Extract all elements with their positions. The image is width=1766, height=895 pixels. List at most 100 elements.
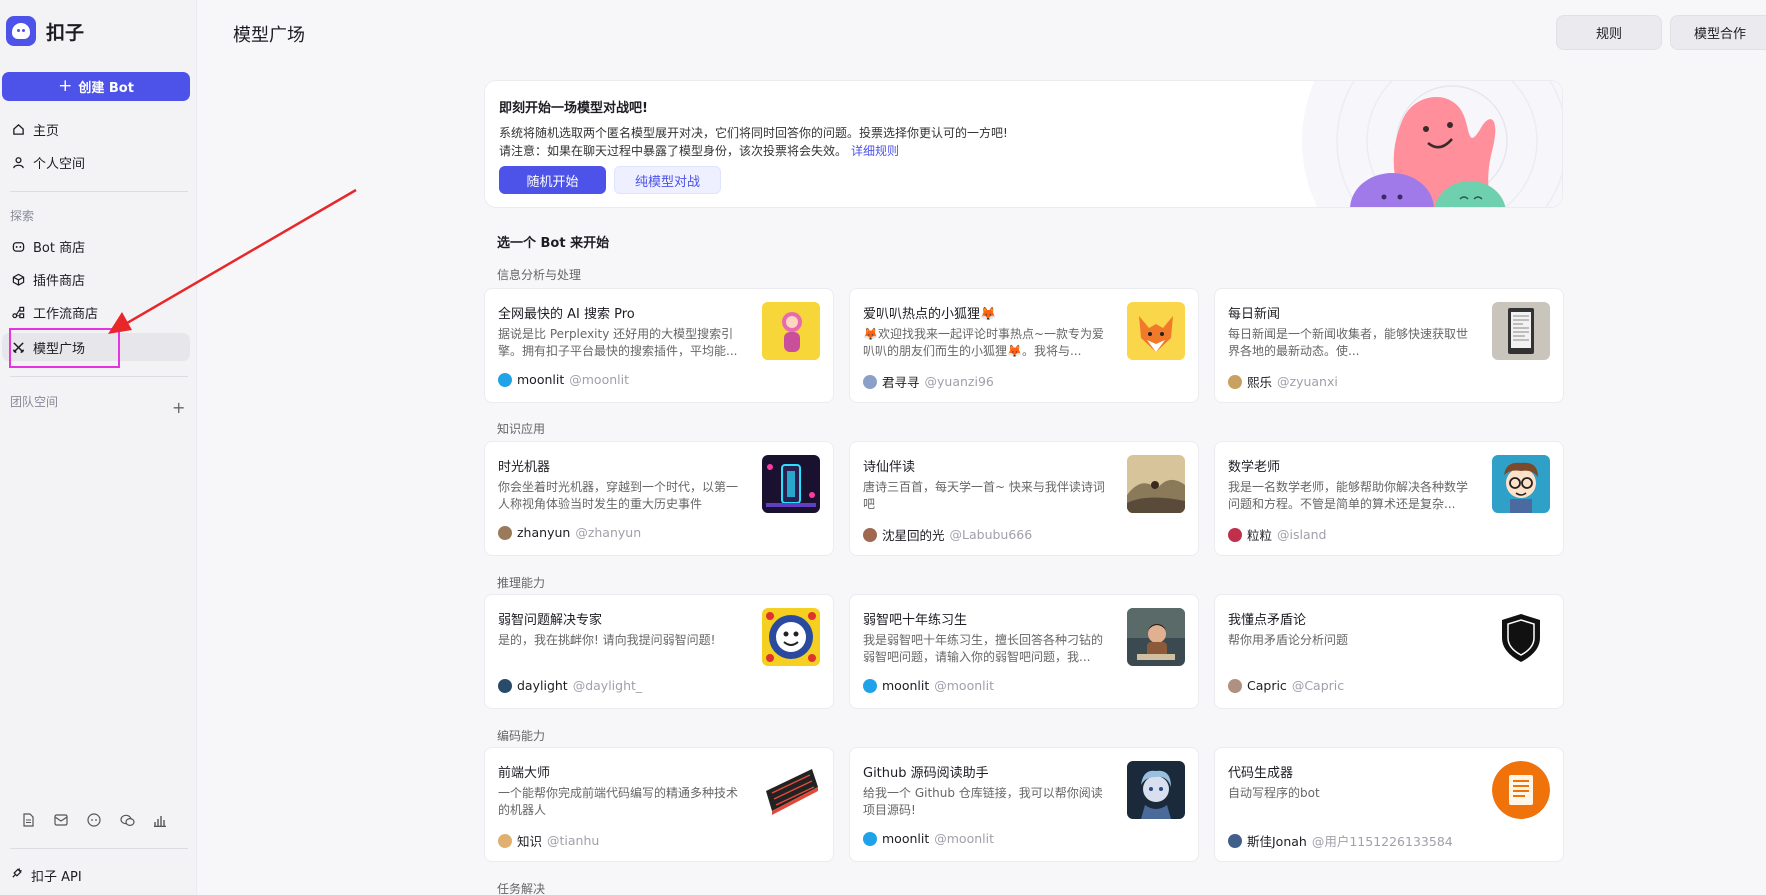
category-label: 推理能力	[497, 576, 546, 590]
avatar	[1228, 833, 1242, 848]
author-handle: @island	[1277, 527, 1327, 542]
author-name: moonlit	[517, 372, 565, 387]
bot-card[interactable]: 弱智吧十年练习生 我是弱智吧十年练习生，擅长回答各种刁钻的弱智吧问题，请输入你的…	[849, 594, 1199, 709]
bot-card[interactable]: 数学老师 我是一名数学老师，能够帮助你解决各种数学问题和方程。不管是简单的算术还…	[1214, 441, 1564, 556]
author-handle: @zyuanxi	[1277, 374, 1338, 389]
author-name: moonlit	[882, 831, 930, 846]
bot-card[interactable]: 弱智问题解决专家 是的，我在挑衅你! 请向我提问弱智问题! daylight @d…	[484, 594, 834, 709]
bot-title: 我懂点矛盾论	[1228, 613, 1307, 628]
bot-author: 君寻寻 @yuanzi96	[863, 372, 994, 391]
bot-description: 据说是比 Perplexity 还好用的大模型搜索引擎。拥有扣子平台最快的搜索插…	[498, 327, 738, 358]
author-name: 沈星回的光	[882, 528, 945, 543]
bot-description: 我是弱智吧十年练习生，擅长回答各种刁钻的弱智吧问题，请输入你的弱智吧问题，我..…	[863, 633, 1104, 664]
author-handle: @Labubu666	[949, 527, 1033, 542]
author-name: 君寻寻	[882, 375, 920, 390]
bot-title: 诗仙伴读	[863, 460, 916, 475]
bot-title: 弱智吧十年练习生	[863, 613, 968, 628]
avatar	[1228, 374, 1242, 389]
bot-card[interactable]: 诗仙伴读 唐诗三百首，每天学一首~ 快来与我伴读诗词吧 沈星回的光 @Labubu…	[849, 441, 1199, 556]
category-label: 知识应用	[497, 422, 546, 436]
author-name: zhanyun	[517, 525, 571, 540]
author-handle: @daylight_	[572, 678, 643, 693]
arena-banner: 即刻开始一场模型对战吧! 系统将随机选取两个匿名模型展开对决，它们将同时回答你的…	[484, 80, 1563, 208]
author-handle: @moonlit	[934, 678, 994, 693]
bot-author: 熙乐 @zyuanxi	[1228, 372, 1338, 391]
bot-avatar-image	[1492, 302, 1550, 360]
bot-card[interactable]: 代码生成器 自动写程序的bot 斯佳Jonah @用户1151226133584	[1214, 747, 1564, 862]
bot-title: 数学老师	[1228, 460, 1281, 475]
rules-link[interactable]: 详细规则	[851, 144, 899, 158]
banner-description: 系统将随机选取两个匿名模型展开对决，它们将同时回答你的问题。投票选择你更认可的一…	[499, 126, 1008, 140]
bot-title: Github 源码阅读助手	[863, 766, 989, 781]
bot-title: 弱智问题解决专家	[498, 613, 603, 628]
pure-model-battle-button[interactable]: 纯模型对战	[614, 166, 721, 194]
author-handle: @用户1151226133584	[1311, 834, 1453, 849]
bot-avatar-image	[1127, 302, 1185, 360]
bot-author: 粒粒 @island	[1228, 525, 1327, 544]
author-handle: @moonlit	[569, 372, 629, 387]
bot-avatar-image	[1492, 455, 1550, 513]
page-title: 模型广场	[233, 25, 305, 46]
bot-description: 帮你用矛盾论分析问题	[1228, 633, 1349, 647]
author-name: 粒粒	[1247, 528, 1273, 543]
banner-title: 即刻开始一场模型对战吧!	[499, 101, 648, 116]
bot-card[interactable]: 全网最快的 AI 搜索 Pro 据说是比 Perplexity 还好用的大模型搜…	[484, 288, 834, 403]
bot-title: 全网最快的 AI 搜索 Pro	[498, 307, 635, 322]
bot-description: 给我一个 Github 仓库链接，我可以帮你阅读项目源码!	[863, 786, 1103, 817]
bot-title: 每日新闻	[1228, 307, 1281, 322]
author-name: moonlit	[882, 678, 930, 693]
bot-avatar-image	[1492, 761, 1550, 819]
bot-avatar-image	[762, 455, 820, 513]
bot-card[interactable]: 前端大师 一个能帮你完成前端代码编写的精通多种技术的机器人 知识 @tianhu	[484, 747, 834, 862]
bot-avatar-image	[762, 302, 820, 360]
bot-author: daylight @daylight_	[498, 678, 642, 693]
bot-avatar-image	[1127, 608, 1185, 666]
bot-description: 🦊欢迎找我来一起评论时事热点~一款专为爱叭叭的朋友们而生的小狐狸🦊。我将与...	[863, 327, 1104, 358]
bot-card[interactable]: 爱叭叭热点的小狐狸🦊 🦊欢迎找我来一起评论时事热点~一款专为爱叭叭的朋友们而生的…	[849, 288, 1199, 403]
random-start-button[interactable]: 随机开始	[499, 166, 606, 194]
bot-author: zhanyun @zhanyun	[498, 525, 641, 540]
bot-description: 唐诗三百首，每天学一首~ 快来与我伴读诗词吧	[863, 480, 1105, 511]
bot-description: 一个能帮你完成前端代码编写的精通多种技术的机器人	[498, 786, 739, 817]
avatar	[863, 831, 877, 846]
author-name: 斯佳Jonah	[1247, 834, 1307, 849]
section-title: 选一个 Bot 来开始	[497, 236, 610, 251]
bot-card[interactable]: Github 源码阅读助手 给我一个 Github 仓库链接，我可以帮你阅读项目…	[849, 747, 1199, 862]
avatar	[498, 678, 512, 693]
bot-author: Capric @Capric	[1228, 678, 1344, 693]
category-label: 任务解决	[497, 882, 546, 895]
bot-author: moonlit @moonlit	[863, 831, 994, 846]
bot-description: 我是一名数学老师，能够帮助你解决各种数学问题和方程。不管是简单的算术还是复杂..…	[1228, 480, 1469, 511]
avatar	[863, 374, 877, 389]
avatar	[498, 525, 512, 540]
model-cooperation-button[interactable]: 模型合作	[1670, 15, 1766, 50]
rules-button[interactable]: 规则	[1556, 15, 1662, 50]
author-handle: @yuanzi96	[924, 374, 994, 389]
author-handle: @Capric	[1291, 678, 1345, 693]
bot-description: 自动写程序的bot	[1228, 786, 1320, 800]
mascot-illustration-icon	[1302, 81, 1562, 207]
bot-title: 前端大师	[498, 766, 551, 781]
bot-avatar-image	[762, 761, 820, 819]
avatar	[498, 372, 512, 387]
avatar	[498, 833, 512, 848]
bot-title: 爱叭叭热点的小狐狸🦊	[863, 307, 997, 322]
bot-description: 是的，我在挑衅你! 请向我提问弱智问题!	[498, 633, 716, 647]
bot-card[interactable]: 时光机器 你会坐着时光机器，穿越到一个时代，以第一人称视角体验当时发生的重大历史…	[484, 441, 834, 556]
avatar	[1228, 527, 1242, 542]
avatar	[1228, 678, 1242, 693]
banner-notice-text: 请注意：如果在聊天过程中暴露了模型身份，该次投票将会失效。	[499, 144, 848, 158]
bot-avatar-image	[1127, 761, 1185, 819]
bot-author: moonlit @moonlit	[498, 372, 629, 387]
author-name: 知识	[517, 834, 543, 849]
author-name: 熙乐	[1247, 375, 1273, 390]
bot-card[interactable]: 我懂点矛盾论 帮你用矛盾论分析问题 Capric @Capric	[1214, 594, 1564, 709]
bot-title: 代码生成器	[1228, 766, 1294, 781]
category-label: 信息分析与处理	[497, 268, 582, 282]
avatar	[863, 527, 877, 542]
bot-card[interactable]: 每日新闻 每日新闻是一个新闻收集者，能够快速获取世界各地的最新动态。使... 熙…	[1214, 288, 1564, 403]
author-handle: @moonlit	[934, 831, 994, 846]
banner-notice: 请注意：如果在聊天过程中暴露了模型身份，该次投票将会失效。 详细规则	[499, 142, 899, 159]
author-handle: @zhanyun	[575, 525, 642, 540]
author-name: daylight	[517, 678, 568, 693]
